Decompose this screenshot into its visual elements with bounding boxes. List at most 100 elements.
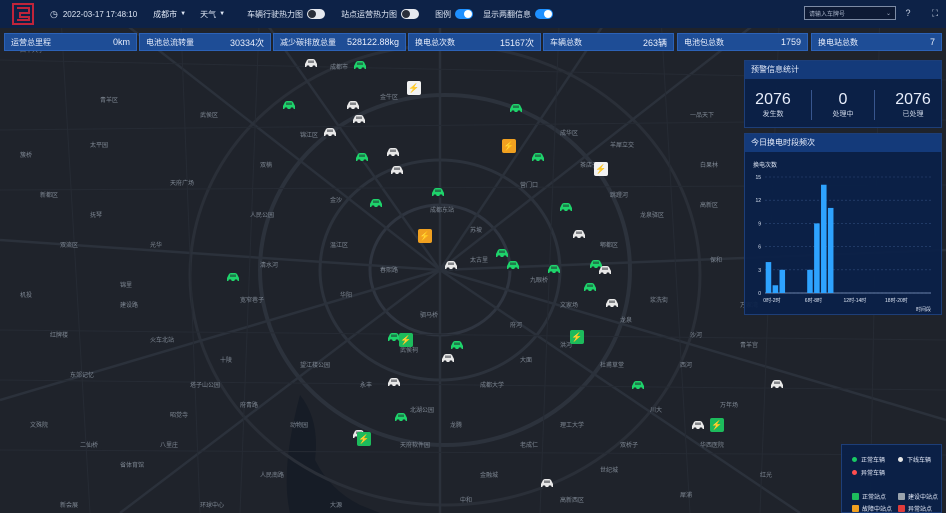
plate-search-select[interactable]: 请输入车牌号 ⌄ [804,6,896,20]
toggle-switch[interactable] [401,9,420,19]
map-place-label: 宽窄巷子 [240,298,265,304]
x-tick-label: 0时-2时 [763,297,780,304]
swap-station-icon[interactable]: ⚡ [570,330,584,344]
map-place-label: 新都区 [40,193,59,199]
swap-station-icon[interactable]: ⚡ [502,139,516,153]
vehicle-normal-icon[interactable] [508,101,524,114]
map-place-label: 成都东站 [430,208,455,214]
chart-bar [779,269,786,293]
map-place-label: 金沙 [330,198,343,204]
toggle-vehicle-heatmap[interactable]: 车辆行驶热力图 [247,9,326,20]
map-place-label: 万年场 [720,403,739,409]
map-place-label: 驷马桥 [420,313,439,319]
toggle-station-heatmap[interactable]: 站点运营热力图 [341,9,420,20]
alert-processing: 0 处理中 [832,91,853,119]
chevron-down-icon: ⌄ [885,10,891,17]
station-icon [852,505,859,512]
vehicle-normal-icon[interactable] [530,150,546,163]
help-icon[interactable]: ? [903,8,913,18]
legend-abnormal-station: 异常站点 [898,504,932,513]
vehicle-normal-icon[interactable] [354,150,370,163]
vehicle-normal-icon[interactable] [505,258,521,271]
legend-normal-vehicle: 正常车辆 [852,455,885,464]
toggle-label: 站点运营热力图 [341,9,398,19]
map-place-label: 白果林 [700,163,719,169]
swap-station-icon[interactable]: ⚡ [357,432,371,446]
swap-station-icon[interactable]: ⚡ [594,162,608,176]
fullscreen-icon[interactable]: ⛶ [930,8,940,18]
vehicle-offline-icon[interactable] [539,476,555,489]
vehicle-offline-icon[interactable] [386,375,402,388]
vehicle-offline-icon[interactable] [443,258,459,271]
toggle-two-flip-info[interactable]: 显示两翻信息 [483,9,554,20]
vehicle-offline-icon[interactable] [385,145,401,158]
map-place-label: 东郊记忆 [70,373,95,379]
vehicle-normal-icon[interactable] [281,98,297,111]
y-tick-label: 15 [755,175,761,181]
vehicle-normal-icon[interactable] [558,200,574,213]
stat-value: 7 [929,37,935,47]
swap-station-icon[interactable]: ⚡ [418,229,432,243]
map-place-label: 抚琴 [90,213,103,219]
vehicle-offline-icon[interactable] [389,163,405,176]
vehicle-normal-icon[interactable] [449,338,465,351]
map-place-label: 塔子山公园 [190,383,221,389]
vehicle-normal-icon[interactable] [546,262,562,275]
stat-value: 30334次 [229,37,264,48]
map-place-label: 金融城 [480,473,499,479]
weather-select[interactable]: 天气 ▼ [200,9,225,20]
vehicle-normal-icon[interactable] [352,58,368,71]
map-place-label: 十陵 [220,358,233,364]
swap-station-icon[interactable]: ⚡ [710,418,724,432]
vehicle-offline-icon[interactable] [604,296,620,309]
vehicle-normal-icon[interactable] [430,185,446,198]
vehicle-normal-icon[interactable] [225,270,241,283]
swap-station-icon[interactable]: ⚡ [407,81,421,95]
legend-label: 异常站点 [908,507,933,513]
legend-normal-station: 正常站点 [852,492,886,501]
map-place-label: 双流区 [60,243,79,249]
stat-value: 1759 [780,37,801,47]
stat-card-swaps: 换电总次数 15167次 [408,33,541,51]
vehicle-offline-icon[interactable] [303,56,319,69]
alert-label: 已处理 [902,111,924,118]
map-place-label: 营门口 [520,183,539,189]
stat-label: 车辆总数 [550,37,582,47]
map-place-label: 理工大学 [560,423,585,429]
city-select[interactable]: 成都市 ▼ [153,9,186,20]
alert-value: 0 [838,91,848,108]
toggle-switch[interactable] [455,9,474,19]
map-place-label: 高新区 [700,203,719,209]
stat-label: 运营总里程 [11,37,51,47]
clock-icon: ◷ [50,8,58,19]
vehicle-normal-icon[interactable] [630,378,646,391]
map-place-label: 跳蹬河 [610,193,629,199]
map-place-label: 光华 [150,243,163,249]
vehicle-normal-icon[interactable] [582,280,598,293]
swap-station-icon[interactable]: ⚡ [399,333,413,347]
vehicle-normal-icon[interactable] [393,410,409,423]
vehicle-offline-icon[interactable] [690,418,706,431]
vehicle-offline-icon[interactable] [351,112,367,125]
weather-label: 天气 [200,9,217,19]
vehicle-offline-icon[interactable] [440,351,456,364]
vehicle-offline-icon[interactable] [345,98,361,111]
green-dot-icon [852,457,857,462]
toggle-switch[interactable] [307,9,326,19]
y-axis-title: 换电次数 [753,161,777,169]
vehicle-offline-icon[interactable] [769,377,785,390]
map-place-label: 犀浦 [680,493,693,499]
stat-label: 减少碳排放总量 [280,37,336,47]
toggle-switch[interactable] [535,9,554,19]
stat-card-vehicles: 车辆总数 263辆 [543,33,674,51]
vehicle-normal-icon[interactable] [368,196,384,209]
vehicle-offline-icon[interactable] [322,125,338,138]
toggle-legend[interactable]: 图例 [435,9,474,20]
legend-label: 正常车辆 [861,458,886,464]
vehicle-normal-icon[interactable] [494,246,510,259]
vehicle-offline-icon[interactable] [597,263,613,276]
map-place-label: 老成仁 [520,443,539,449]
alert-value: 2076 [755,91,791,108]
map-place-label: 武侯区 [200,113,219,119]
vehicle-offline-icon[interactable] [571,227,587,240]
